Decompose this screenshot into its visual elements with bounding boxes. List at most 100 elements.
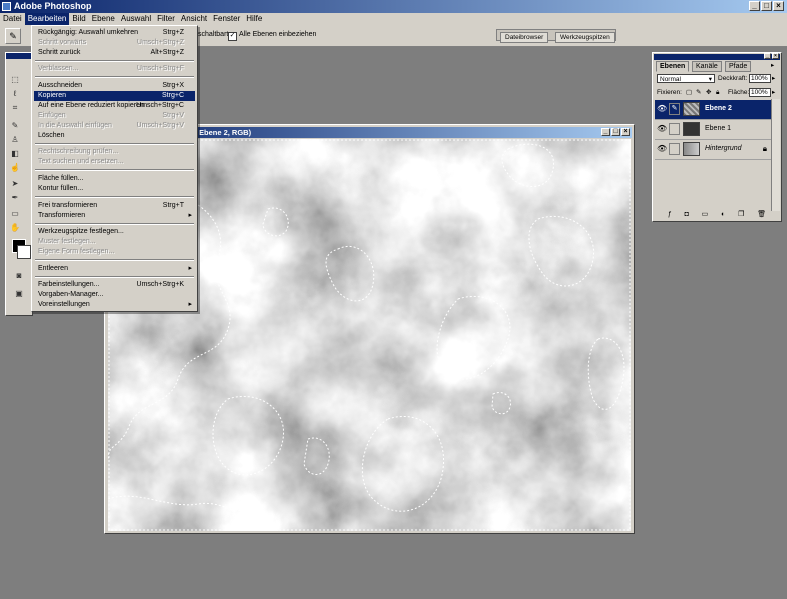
app-title: Adobe Photoshop [14, 1, 92, 11]
submenu-arrow-icon: ▸ [188, 212, 192, 219]
tab-pfade[interactable]: Pfade [725, 61, 752, 72]
menu-item-copy[interactable]: Kopieren Strg+C [34, 91, 195, 101]
menu-item-find-replace[interactable]: Text suchen und ersetzen... [34, 157, 195, 167]
hand-tool-icon[interactable]: ✋ [10, 223, 20, 233]
opacity-arrow-icon[interactable]: ▸ [772, 74, 775, 83]
menu-item-paste[interactable]: Einfügen Strg+V [34, 111, 195, 121]
toolbox-header[interactable] [6, 53, 32, 59]
menu-item-step-backward[interactable]: Schritt zurück Alt+Strg+Z [34, 48, 195, 58]
close-button[interactable]: × [773, 1, 784, 11]
layer-name: Ebene 2 [705, 105, 732, 112]
menu-item-define-brush[interactable]: Werkzeugspitze festlegen... [34, 227, 195, 237]
lock-transparency-icon[interactable]: ▢ [686, 88, 692, 97]
palette-minimize-button[interactable]: _ [764, 53, 771, 59]
tab-werkzeugspitzen[interactable]: Werkzeugspitzen [555, 32, 615, 43]
marquee-tool-icon[interactable]: ⬚ [10, 75, 20, 85]
adjustment-layer-icon[interactable]: ◐ [721, 210, 725, 219]
tab-ebenen[interactable]: Ebenen [656, 61, 690, 72]
menu-ebene[interactable]: Ebene [89, 13, 118, 25]
layer-style-icon[interactable]: ƒ [668, 210, 672, 219]
menu-item-step-forward[interactable]: Schritt vorwärts Umsch+Strg+Z [34, 38, 195, 48]
palette-menu-arrow-icon[interactable]: ▸ [771, 61, 774, 70]
fill-arrow-icon[interactable]: ▸ [772, 88, 775, 97]
blend-mode-select[interactable]: Normal ▾ [657, 74, 715, 83]
menu-item-cut[interactable]: Ausschneiden Strg+X [34, 81, 195, 91]
pen-tool-icon[interactable]: ✒ [10, 193, 20, 203]
path-select-tool-icon[interactable]: ➤ [10, 179, 20, 189]
tab-dateibrowser[interactable]: Dateibrowser [500, 32, 549, 43]
menu-item-define-shape[interactable]: Eigene Form festlegen... [34, 247, 195, 257]
trash-icon[interactable]: 🗑︎ [757, 210, 766, 219]
layer-mask-icon[interactable]: ◘ [685, 210, 689, 219]
menu-bearbeiten[interactable]: Bearbeiten [24, 13, 70, 25]
new-layer-icon[interactable]: ❐ [738, 210, 744, 219]
palette-well: Dateibrowser Werkzeugspitzen [496, 29, 616, 43]
menu-fenster[interactable]: Fenster [210, 13, 243, 25]
minimize-button[interactable]: _ [749, 1, 760, 11]
layer-name: Ebene 1 [705, 125, 732, 132]
eye-icon[interactable]: 👁︎ [657, 144, 667, 154]
quickmask-icon[interactable]: ◙ [14, 271, 24, 281]
all-layers-option[interactable]: ✓ Alle Ebenen einbeziehen [228, 31, 316, 41]
app-title-bar[interactable]: Adobe Photoshop _ □ × [0, 0, 787, 13]
menu-item-transform[interactable]: Transformieren ▸ [34, 211, 195, 221]
menu-auswahl[interactable]: Auswahl [118, 13, 154, 25]
doc-maximize-button[interactable]: □ [611, 128, 620, 136]
brush-link-icon[interactable]: ✎ [669, 103, 680, 115]
layer-row-ebene-1[interactable]: 👁︎ Ebene 1 [655, 120, 771, 140]
menu-item-paste-into[interactable]: In die Auswahl einfügen Umsch+Strg+V [34, 121, 195, 131]
menu-item-copy-merged[interactable]: Auf eine Ebene reduziert kopieren Umsch+S… [34, 101, 195, 111]
menu-item-define-pattern[interactable]: Muster festlegen... [34, 237, 195, 247]
menu-item-color-settings[interactable]: Farbeinstellungen... Umsch+Strg+K [34, 280, 195, 290]
palette-close-button[interactable]: × [772, 53, 779, 59]
menu-item-stroke[interactable]: Kontur füllen... [34, 184, 195, 194]
lock-move-icon[interactable]: ✥ [706, 88, 711, 97]
opacity-input[interactable]: 100% [749, 74, 771, 83]
all-layers-checkbox[interactable]: ✓ [228, 32, 237, 41]
fill-input[interactable]: 100% [749, 88, 771, 97]
menu-item-fill[interactable]: Fläche füllen... [34, 174, 195, 184]
link-box[interactable] [669, 123, 680, 135]
menu-item-delete[interactable]: Löschen [34, 131, 195, 141]
menu-item-undo[interactable]: Rückgängig: Auswahl umkehren Strg+Z [34, 28, 195, 38]
brush-tool-icon[interactable]: ✎ [10, 121, 20, 131]
eye-icon[interactable]: 👁︎ [657, 104, 667, 114]
lasso-tool-icon[interactable]: ℓ [10, 89, 20, 99]
stamp-tool-icon[interactable]: ♙ [10, 135, 20, 145]
maximize-button[interactable]: □ [761, 1, 772, 11]
tab-kanaele[interactable]: Kanäle [692, 61, 722, 72]
menu-separator [35, 259, 194, 261]
lock-paint-icon[interactable]: ✎ [696, 88, 701, 97]
layer-row-ebene-2[interactable]: 👁︎ ✎ Ebene 2 [655, 100, 771, 120]
lock-all-icon[interactable]: 🔒︎ [716, 88, 719, 97]
menu-ansicht[interactable]: Ansicht [178, 13, 210, 25]
tool-preset-picker[interactable]: ✎ [5, 28, 21, 44]
crop-tool-icon[interactable]: ⌗ [10, 103, 20, 113]
eraser-tool-icon[interactable]: ◧ [10, 149, 20, 159]
menu-item-purge[interactable]: Entleeren ▸ [34, 264, 195, 274]
menu-bild[interactable]: Bild [69, 13, 88, 25]
menu-separator [35, 143, 194, 145]
layers-scrollbar[interactable] [771, 99, 780, 211]
notes-tool-icon[interactable]: ▭ [10, 209, 20, 219]
new-set-icon[interactable]: ▭ [702, 210, 709, 219]
menu-datei[interactable]: Datei [0, 13, 25, 25]
menu-hilfe[interactable]: Hilfe [243, 13, 265, 25]
link-box[interactable] [669, 143, 680, 155]
eye-icon[interactable]: 👁︎ [657, 124, 667, 134]
menu-item-preferences[interactable]: Voreinstellungen ▸ [34, 300, 195, 310]
background-color-swatch[interactable] [17, 245, 31, 259]
doc-close-button[interactable]: × [621, 128, 630, 136]
menu-item-spellcheck[interactable]: Rechtschreibung prüfen... [34, 147, 195, 157]
doc-minimize-button[interactable]: _ [601, 128, 610, 136]
menu-item-free-transform[interactable]: Frei transformieren Strg+T [34, 201, 195, 211]
menu-item-preset-manager[interactable]: Vorgaben-Manager... [34, 290, 195, 300]
layers-palette-header[interactable]: _ × [654, 53, 780, 60]
smudge-tool-icon[interactable]: ☝ [10, 163, 20, 173]
layer-row-hintergrund[interactable]: 👁︎ Hintergrund 🔒︎ [655, 140, 771, 160]
menu-filter[interactable]: Filter [154, 13, 178, 25]
menu-item-fade[interactable]: Verblassen... Umsch+Strg+F [34, 64, 195, 74]
lock-label: Fixieren: [657, 89, 682, 96]
submenu-arrow-icon: ▸ [188, 265, 192, 272]
screen-mode-icon[interactable]: ▣ [14, 289, 24, 299]
